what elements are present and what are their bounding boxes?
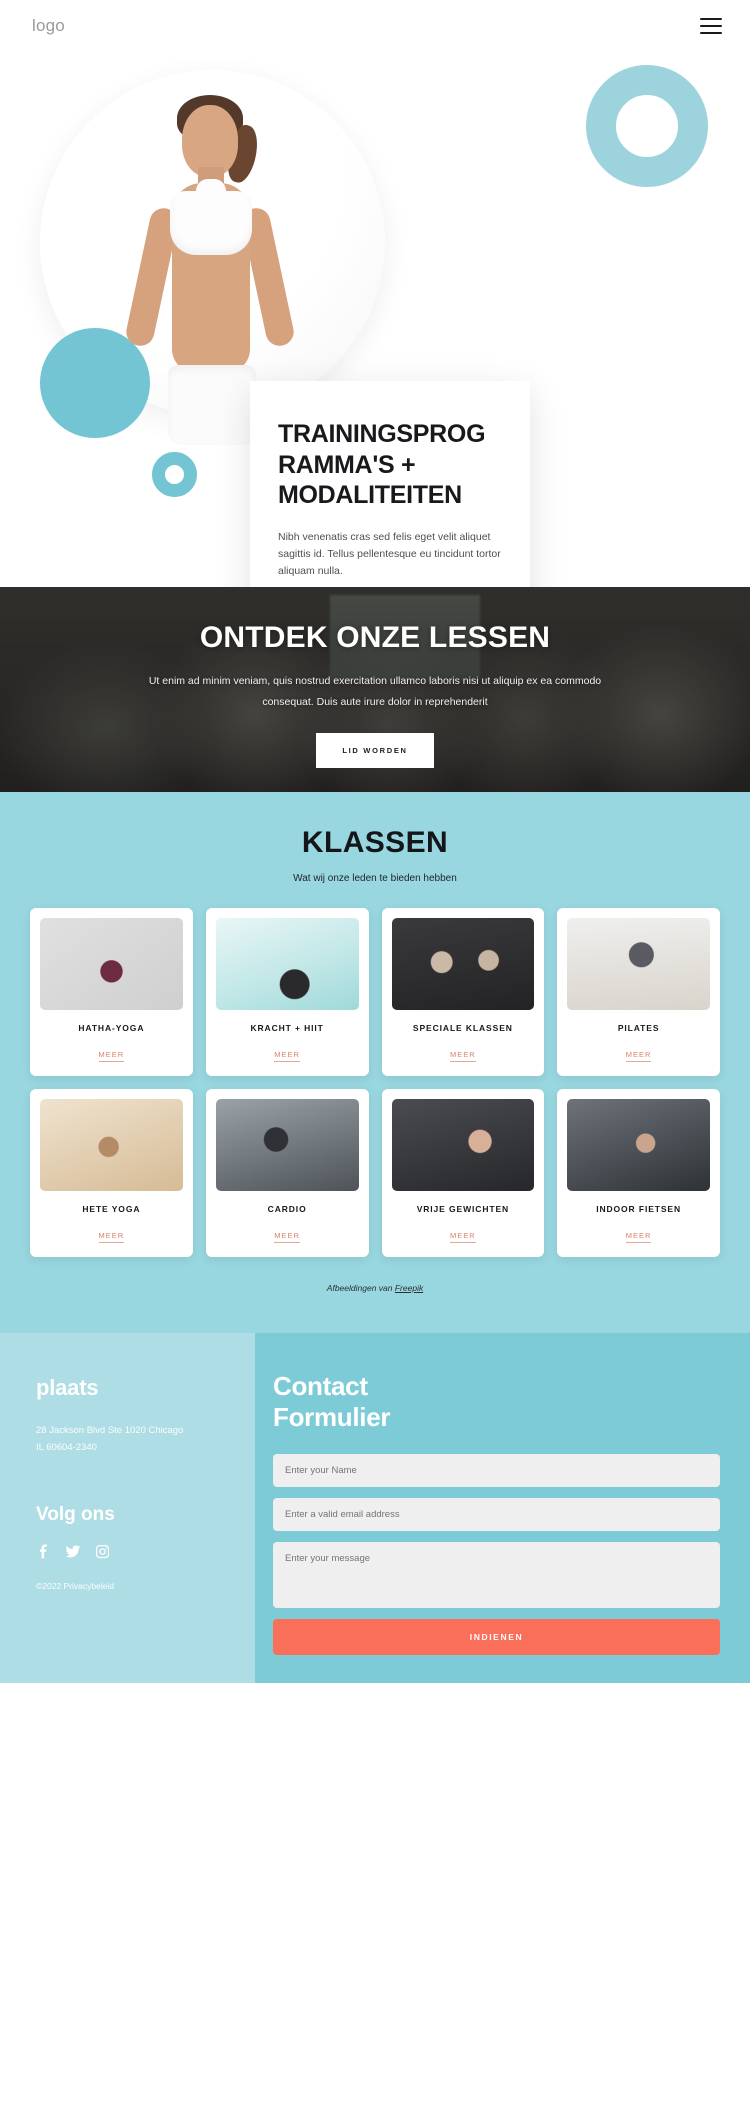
site-footer: plaats 28 Jackson Blvd Ste 1020 Chicago …	[0, 1333, 750, 1683]
site-header: logo	[0, 0, 750, 52]
class-card[interactable]: PILATES MEER	[557, 908, 720, 1076]
class-title: VRIJE GEWICHTEN	[416, 1204, 510, 1214]
model-shorts	[168, 365, 256, 445]
hamburger-menu-icon[interactable]	[700, 18, 722, 34]
classes-promo-banner: ONTDEK ONZE LESSEN Ut enim ad minim veni…	[0, 587, 750, 792]
footer-contact-column: Contact Formulier INDIENEN	[255, 1333, 750, 1683]
footer-location-title: plaats	[36, 1375, 99, 1400]
class-more-link[interactable]: MEER	[450, 1050, 476, 1062]
banner-cta-button[interactable]: LID WORDEN	[316, 733, 434, 768]
class-more-link[interactable]: MEER	[274, 1050, 300, 1062]
class-card[interactable]: HETE YOGA MEER	[30, 1089, 193, 1257]
classes-section: KLASSEN Wat wij onze leden te bieden heb…	[0, 792, 750, 1333]
class-title: CARDIO	[267, 1204, 307, 1214]
twitter-icon[interactable]	[65, 1544, 81, 1559]
class-image-speciale-klassen	[391, 918, 535, 1010]
footer-social-links	[36, 1544, 225, 1559]
class-image-pilates	[567, 918, 710, 1010]
class-card[interactable]: KRACHT + HIIT MEER	[205, 908, 369, 1076]
hero-decorative-ring-top	[586, 65, 708, 187]
classes-credit-link[interactable]: Freepik	[395, 1283, 423, 1293]
footer-copyright: ©2022 Privacybeleid	[36, 1581, 115, 1592]
class-more-link[interactable]: MEER	[98, 1050, 125, 1062]
classes-image-credit: Afbeeldingen van Freepik	[0, 1283, 750, 1293]
class-title: PILATES	[617, 1023, 660, 1033]
model-sports-bra	[170, 179, 252, 255]
classes-credit-prefix: Afbeeldingen van	[326, 1283, 395, 1293]
class-title: HATHA-YOGA	[78, 1023, 145, 1033]
email-input[interactable]	[273, 1498, 720, 1532]
submit-button[interactable]: INDIENEN	[273, 1619, 720, 1656]
class-more-link[interactable]: MEER	[98, 1231, 125, 1243]
class-image-cardio	[215, 1099, 359, 1191]
burger-line	[700, 18, 722, 20]
footer-follow-title: Volg ons	[36, 1504, 115, 1526]
hero-text-card: TRAININGSPROGRAMMA'S + MODALITEITEN Nibh…	[250, 381, 530, 587]
class-card[interactable]: SPECIALE KLASSEN MEER	[381, 908, 545, 1076]
hero-paragraph: Nibh venenatis cras sed felis eget velit…	[278, 530, 501, 578]
footer-address-line-1: 28 Jackson Blvd Ste 1020 Chicago	[36, 1425, 184, 1436]
class-more-link[interactable]: MEER	[625, 1050, 652, 1062]
site-logo[interactable]: logo	[32, 16, 65, 36]
class-title: HETE YOGA	[82, 1204, 141, 1214]
contact-title-line-1: Contact	[273, 1371, 368, 1401]
banner-paragraph: Ut enim ad minim veniam, quis nostrud ex…	[148, 675, 602, 708]
instagram-icon[interactable]	[95, 1544, 110, 1559]
contact-title-line-2: Formulier	[273, 1401, 391, 1432]
class-card[interactable]: INDOOR FIETSEN MEER	[557, 1089, 720, 1257]
burger-line	[700, 32, 722, 34]
class-image-vrije-gewichten	[391, 1099, 535, 1191]
name-input[interactable]	[273, 1454, 720, 1488]
class-card[interactable]: HATHA-YOGA MEER	[30, 908, 193, 1076]
banner-title: ONTDEK ONZE LESSEN	[199, 621, 551, 654]
class-image-indoor-fietsen	[567, 1099, 710, 1191]
class-card[interactable]: CARDIO MEER	[205, 1089, 369, 1257]
class-image-hatha-yoga	[40, 918, 183, 1010]
classes-grid: HATHA-YOGA MEER KRACHT + HIIT MEER SPECI…	[0, 908, 750, 1257]
burger-line	[700, 25, 722, 27]
class-card[interactable]: VRIJE GEWICHTEN MEER	[381, 1089, 545, 1257]
class-more-link[interactable]: MEER	[450, 1231, 476, 1243]
class-title: SPECIALE KLASSEN	[412, 1023, 513, 1033]
footer-location-column: plaats 28 Jackson Blvd Ste 1020 Chicago …	[0, 1333, 255, 1683]
classes-title: KLASSEN	[301, 826, 449, 859]
class-more-link[interactable]: MEER	[625, 1231, 652, 1243]
classes-subtitle: Wat wij onze leden te bieden hebben	[293, 873, 457, 884]
class-image-kracht-hiit	[215, 918, 359, 1010]
facebook-icon[interactable]	[36, 1544, 51, 1559]
class-image-hete-yoga	[40, 1099, 183, 1191]
class-more-link[interactable]: MEER	[274, 1231, 300, 1243]
message-textarea[interactable]	[273, 1542, 720, 1609]
hero-section: TRAININGSPROGRAMMA'S + MODALITEITEN Nibh…	[0, 52, 750, 587]
contact-form-title: Contact Formulier	[273, 1371, 720, 1432]
class-title: INDOOR FIETSEN	[596, 1204, 682, 1214]
footer-address-line-2: IL 60604-2340	[36, 1441, 97, 1453]
class-title: KRACHT + HIIT	[250, 1023, 324, 1033]
hero-title: TRAININGSPROGRAMMA'S + MODALITEITEN	[278, 420, 486, 509]
footer-address: 28 Jackson Blvd Ste 1020 Chicago IL 6060…	[36, 1423, 225, 1456]
banner-content: ONTDEK ONZE LESSEN Ut enim ad minim veni…	[0, 587, 750, 768]
